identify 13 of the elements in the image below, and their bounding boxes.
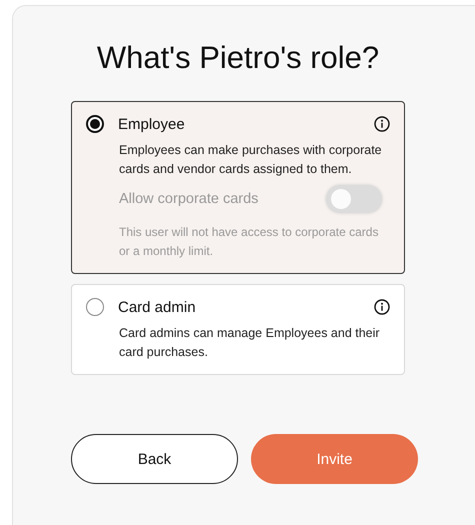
- back-button[interactable]: Back: [71, 434, 238, 484]
- radio-button[interactable]: [86, 115, 104, 133]
- role-description: Card admins can manage Employees and their card purchases.: [119, 325, 381, 361]
- role-note: This user will not have access to corporate cards or a monthly limit.: [119, 224, 380, 260]
- role-name: Card admin: [118, 298, 197, 316]
- role-name: Employee: [118, 116, 186, 132]
- info-icon[interactable]: [374, 116, 390, 132]
- role-option[interactable]: Card admin Card admins can manage Employees and their card purchases.: [71, 284, 405, 375]
- info-icon[interactable]: [374, 299, 390, 315]
- toggle-label: Allow corporate cards: [119, 191, 258, 207]
- radio-button[interactable]: [86, 298, 104, 316]
- role-description: Employees can make purchases with corporate cards and vendor cards assigned to them.: [119, 142, 382, 178]
- dialog-title: What's Pietro's role?: [96, 39, 380, 77]
